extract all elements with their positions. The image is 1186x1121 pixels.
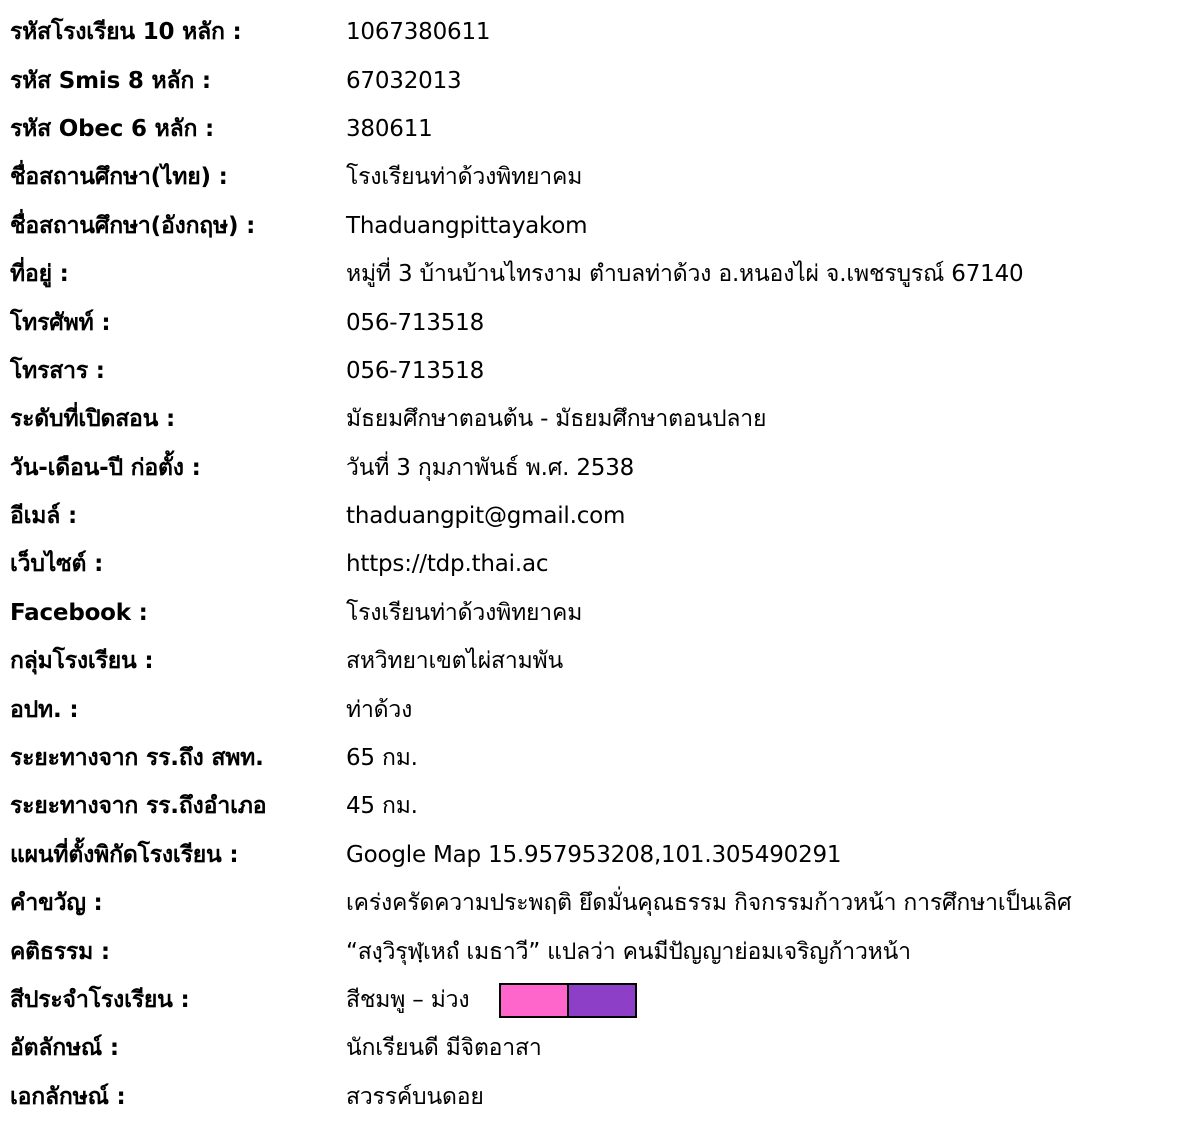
info-row-distance-to-district: ระยะทางจาก รร.ถึงอำเภอ 45 กม. [10,782,1180,830]
info-value: “สงฺวิรุฬฺเหถํ เมธาวี” แปลว่า คนมีปัญญาย… [346,938,911,965]
info-value: ท่าด้วง [346,696,413,723]
info-row-uniqueness: เอกลักษณ์ : สวรรค์บนดอย [10,1073,1180,1121]
info-label: อัตลักษณ์ : [10,1035,119,1062]
info-label: สีประจำโรงเรียน : [10,987,190,1013]
info-row-name-english: ชื่อสถานศึกษา(อังกฤษ) : Thaduangpittayak… [10,202,1180,250]
info-label: รหัส Smis 8 หลัก : [10,67,211,94]
pink-swatch [501,984,568,1016]
info-value: https://tdp.thai.ac [346,551,549,578]
info-label: รหัสโรงเรียน 10 หลัก : [10,19,242,46]
info-label: คติธรรม : [10,938,110,965]
info-label: Facebook : [10,599,148,626]
info-label: คำขวัญ : [10,890,103,917]
info-row-founded-date: วัน-เดือน-ปี ก่อตั้ง : วันที่ 3 กุมภาพัน… [10,444,1180,492]
info-row-motto: คำขวัญ : เคร่งครัดความประพฤติ ยึดมั่นคุณ… [10,879,1180,927]
info-value: 65 กม. [346,745,418,772]
info-row-obec-code: รหัส Obec 6 หลัก : 380611 [10,105,1180,153]
info-row-education-levels: ระดับที่เปิดสอน : มัธยมศึกษาตอนต้น - มัธ… [10,395,1180,443]
info-label: ระยะทางจาก รร.ถึงอำเภอ [10,793,267,820]
info-value-colors: สีชมพู – ม่วง [346,982,1180,1018]
colors-text: สีชมพู – ม่วง [346,987,470,1013]
info-label: ระยะทางจาก รร.ถึง สพท. [10,745,264,772]
info-value: thaduangpit@gmail.com [346,503,626,530]
color-swatches [499,982,638,1018]
purple-swatch [567,984,636,1016]
info-value: 45 กม. [346,793,418,820]
info-row-smis-code: รหัส Smis 8 หลัก : 67032013 [10,56,1180,104]
info-label: ชื่อสถานศึกษา(ไทย) : [10,164,228,191]
info-label: วัน-เดือน-ปี ก่อตั้ง : [10,454,201,481]
info-value: เคร่งครัดความประพฤติ ยึดมั่นคุณธรรม กิจก… [346,890,1072,917]
info-label: แผนที่ตั้งพิกัดโรงเรียน : [10,841,239,868]
info-value: 056-713518 [346,357,484,384]
info-row-map-coordinates: แผนที่ตั้งพิกัดโรงเรียน : Google Map 15.… [10,831,1180,879]
info-value: Thaduangpittayakom [346,212,588,239]
info-row-identity: อัตลักษณ์ : นักเรียนดี มีจิตอาสา [10,1024,1180,1072]
info-value: หมู่ที่ 3 บ้านบ้านไทรงาม ตำบลท่าด้วง อ.ห… [346,261,1024,288]
info-row-fax: โทรสาร : 056-713518 [10,347,1180,395]
info-value: 1067380611 [346,19,491,46]
info-label: กลุ่มโรงเรียน : [10,648,154,675]
info-value: Google Map 15.957953208,101.305490291 [346,841,842,868]
info-label: อปท. : [10,696,79,723]
info-row-school-code-10: รหัสโรงเรียน 10 หลัก : 1067380611 [10,8,1180,56]
info-row-email: อีเมล์ : thaduangpit@gmail.com [10,492,1180,540]
info-row-phone: โทรศัพท์ : 056-713518 [10,298,1180,346]
info-value: นักเรียนดี มีจิตอาสา [346,1035,542,1062]
info-label: รหัส Obec 6 หลัก : [10,115,215,142]
info-row-school-group: กลุ่มโรงเรียน : สหวิทยาเขตไผ่สามพัน [10,637,1180,685]
info-value: สหวิทยาเขตไผ่สามพัน [346,648,564,675]
info-label: เอกลักษณ์ : [10,1083,126,1110]
info-label: ชื่อสถานศึกษา(อังกฤษ) : [10,212,256,239]
info-row-school-colors: สีประจำโรงเรียน : สีชมพู – ม่วง [10,976,1180,1024]
info-value: โรงเรียนท่าด้วงพิทยาคม [346,164,583,191]
info-row-local-admin: อปท. : ท่าด้วง [10,685,1180,733]
info-label: เว็บไซต์ : [10,551,104,578]
school-info-table: รหัสโรงเรียน 10 หลัก : 1067380611 รหัส S… [10,8,1180,1121]
info-row-distance-to-office: ระยะทางจาก รร.ถึง สพท. 65 กม. [10,734,1180,782]
info-row-facebook: Facebook : โรงเรียนท่าด้วงพิทยาคม [10,589,1180,637]
info-value: โรงเรียนท่าด้วงพิทยาคม [346,599,583,626]
info-label: อีเมล์ : [10,503,77,530]
info-value: มัธยมศึกษาตอนต้น - มัธยมศึกษาตอนปลาย [346,406,767,433]
info-label: โทรศัพท์ : [10,309,111,336]
info-label: ที่อยู่ : [10,261,69,288]
info-row-name-thai: ชื่อสถานศึกษา(ไทย) : โรงเรียนท่าด้วงพิทย… [10,153,1180,201]
info-value: 67032013 [346,67,462,94]
info-value: 056-713518 [346,309,484,336]
info-value: 380611 [346,115,433,142]
info-label: ระดับที่เปิดสอน : [10,406,175,433]
info-value: สวรรค์บนดอย [346,1083,484,1110]
info-row-website: เว็บไซต์ : https://tdp.thai.ac [10,540,1180,588]
info-row-address: ที่อยู่ : หมู่ที่ 3 บ้านบ้านไทรงาม ตำบลท… [10,250,1180,298]
info-row-dharma-principle: คติธรรม : “สงฺวิรุฬฺเหถํ เมธาวี” แปลว่า … [10,927,1180,975]
info-value: วันที่ 3 กุมภาพันธ์ พ.ศ. 2538 [346,454,635,481]
info-label: โทรสาร : [10,357,105,384]
